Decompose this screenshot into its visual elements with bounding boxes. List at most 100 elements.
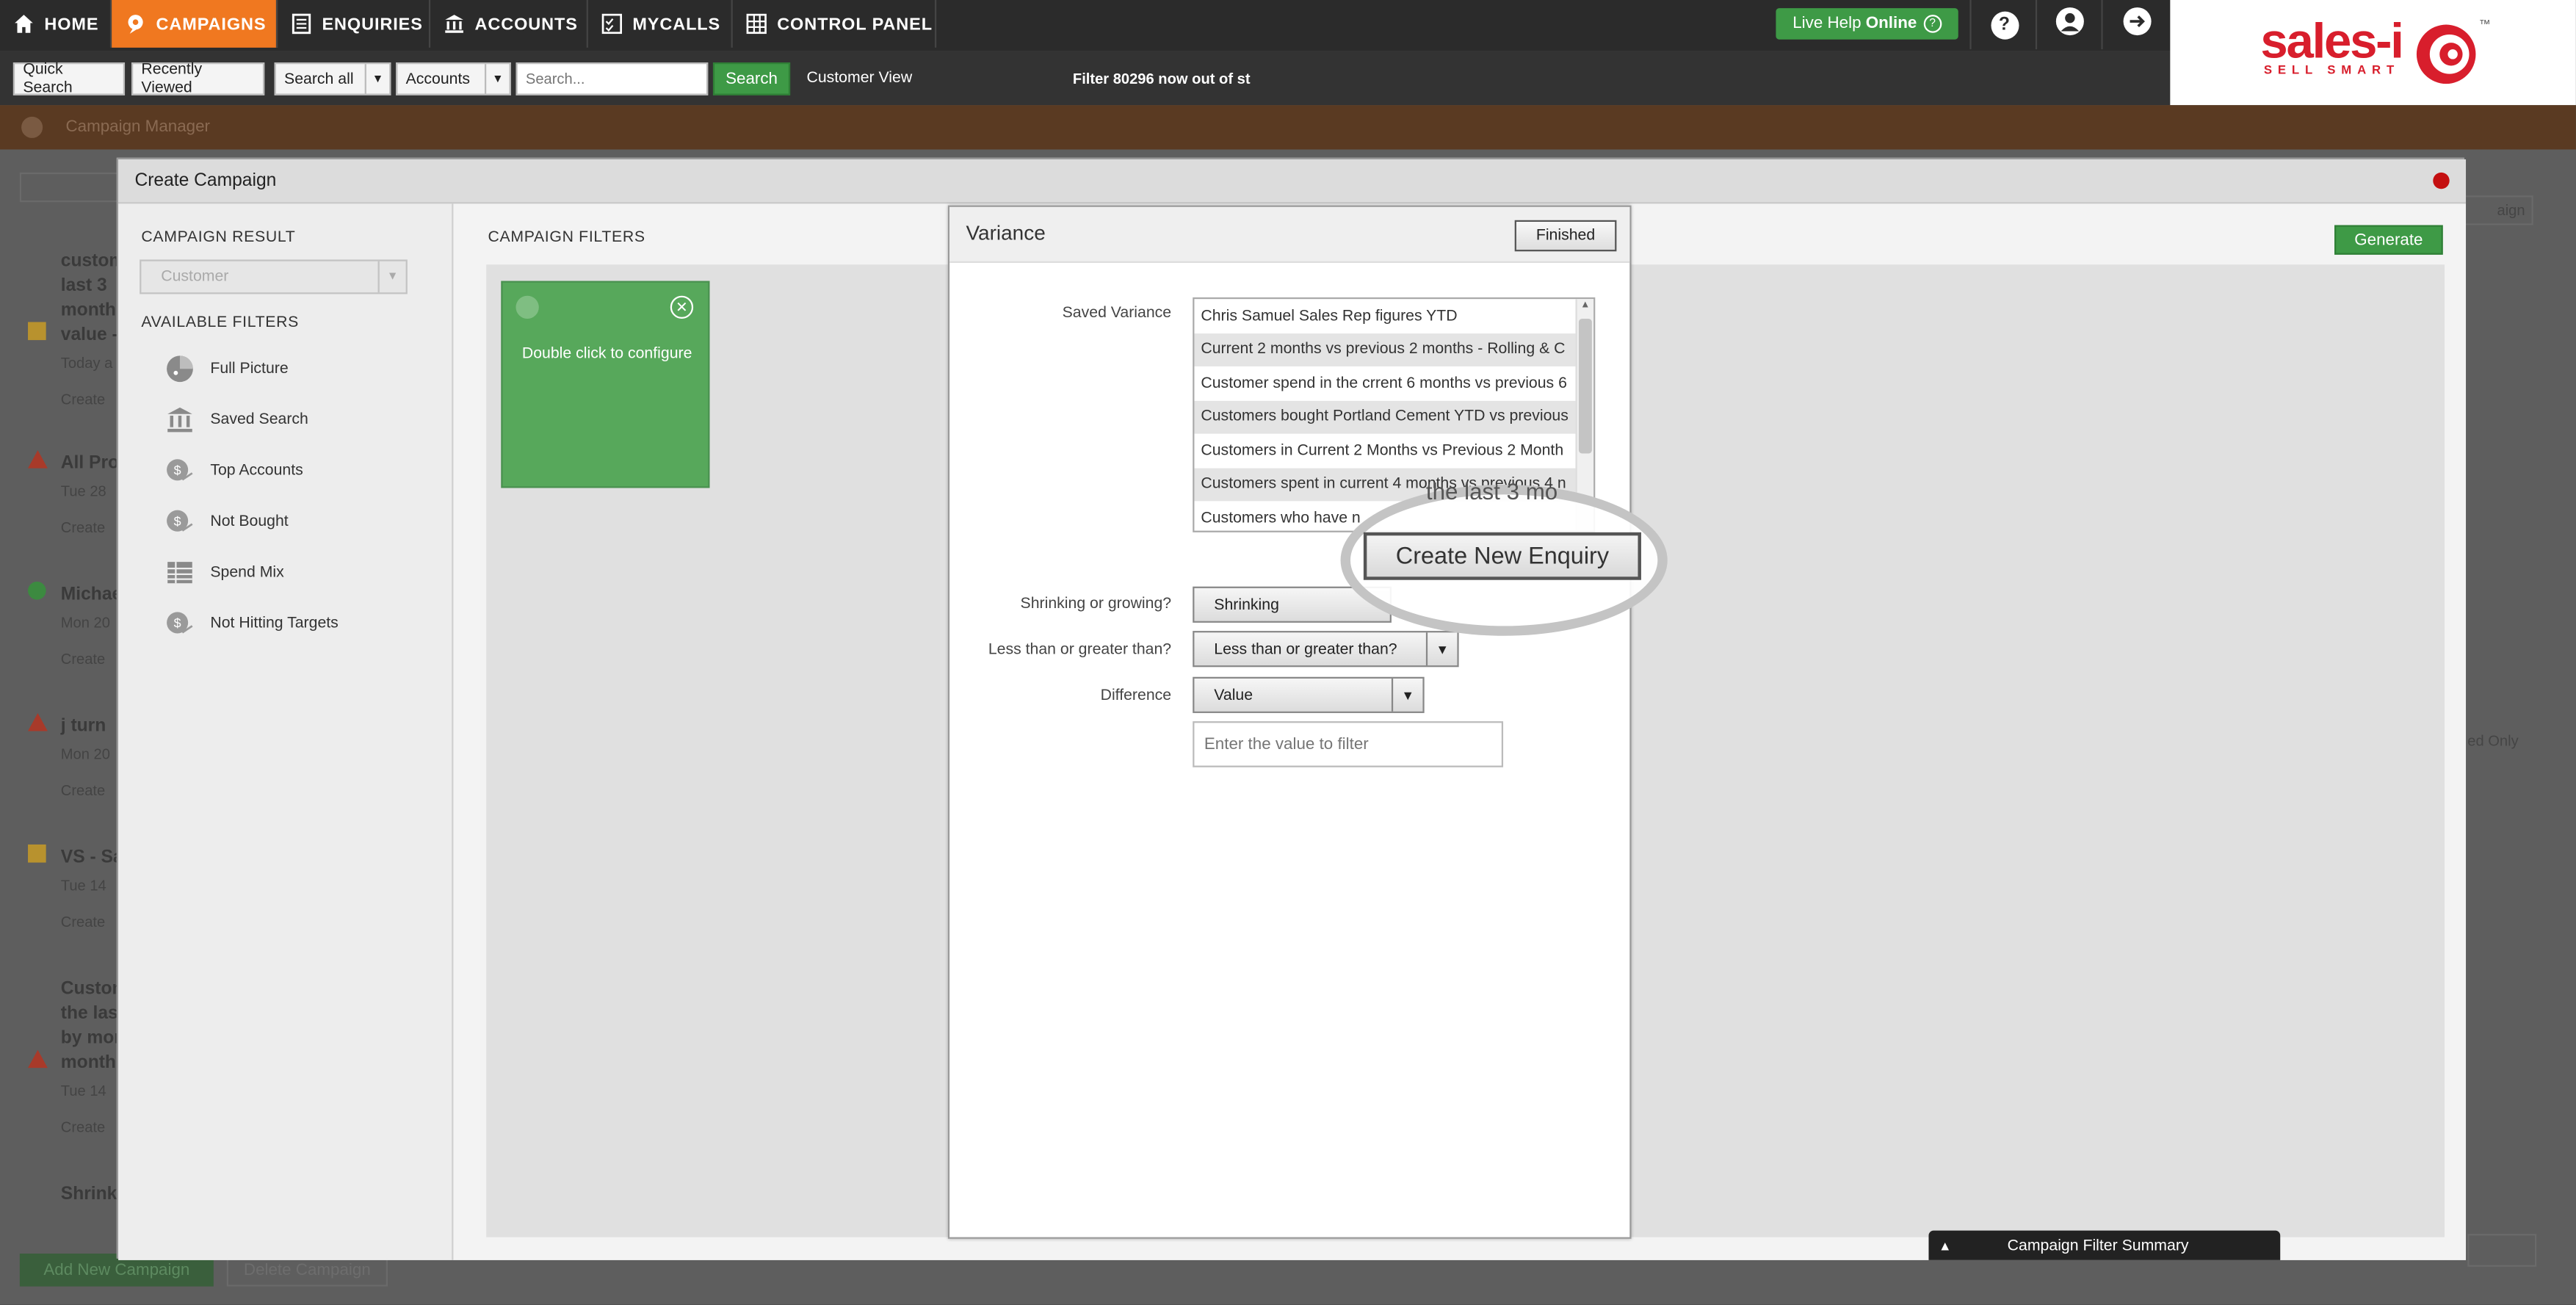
search-scope-select[interactable]: Search all ▼ — [274, 62, 391, 95]
status-indicator-icon — [28, 844, 46, 863]
difference-value: Value — [1214, 686, 1253, 704]
background-item-date: Tue 14 — [60, 877, 106, 894]
background-item-title: Michae — [60, 585, 123, 605]
filter-card-icon — [515, 295, 539, 319]
campaign-filter-summary-toggle[interactable]: ▲ Campaign Filter Summary — [1928, 1230, 2281, 1260]
filter-spend-mix[interactable]: Spend Mix — [164, 554, 284, 590]
home-icon — [13, 13, 35, 35]
live-help-status: Online — [1865, 15, 1917, 33]
less-greater-select[interactable]: Less than or greater than? ▼ — [1193, 631, 1459, 668]
background-item-title: Shrink — [60, 1185, 117, 1204]
list-item[interactable]: Customers bought Portland Cement YTD vs … — [1194, 400, 1576, 434]
help-button[interactable]: ? — [1969, 0, 2037, 50]
close-icon[interactable] — [2433, 172, 2450, 189]
campaign-icon — [21, 116, 43, 138]
customer-view-link[interactable]: Customer View — [806, 69, 912, 87]
nav-enquiries[interactable]: ENQUIRIES — [278, 0, 431, 48]
search-type-value: Accounts — [405, 70, 471, 88]
search-type-select[interactable]: Accounts ▼ — [396, 62, 511, 95]
search-button[interactable]: Search — [712, 62, 791, 95]
filter-top-accounts[interactable]: $ Top Accounts — [164, 452, 303, 488]
variance-panel: Variance Finished Saved Variance Chris S… — [947, 205, 1632, 1239]
value-filter-input[interactable] — [1193, 721, 1504, 767]
user-icon — [2055, 6, 2085, 43]
generate-button[interactable]: Generate — [2334, 225, 2443, 255]
background-item-title: All Pro — [60, 453, 120, 474]
background-item-created: Create — [60, 391, 106, 408]
nav-home-label: HOME — [44, 14, 99, 34]
live-help-button[interactable]: Live Help Online ? — [1776, 8, 1958, 40]
campaign-icon — [125, 13, 146, 35]
background-item-date: Mon 20 — [60, 614, 110, 632]
scroll-up-icon[interactable]: ▲ — [1580, 300, 1590, 310]
quick-search-label: Quick Search — [23, 60, 73, 97]
shrinking-growing-label: Shrinking or growing? — [1020, 594, 1172, 613]
logo-wordmark: sales-i — [2260, 15, 2404, 69]
less-greater-value: Less than or greater than? — [1214, 640, 1397, 658]
difference-select[interactable]: Value ▼ — [1193, 676, 1425, 713]
list-item[interactable]: Current 2 months vs previous 2 months - … — [1194, 333, 1576, 366]
background-item-title: custom — [60, 251, 126, 272]
nav-mycalls[interactable]: MYCALLS — [588, 0, 733, 48]
filter-not-hitting-targets[interactable]: $ Not Hitting Targets — [164, 604, 339, 640]
nav-control-panel-label: CONTROL PANEL — [777, 14, 933, 34]
nav-accounts[interactable]: ACCOUNTS — [430, 0, 588, 48]
nav-accounts-label: ACCOUNTS — [474, 14, 578, 34]
search-toolbar: Quick Search Recently Viewed Search all … — [0, 51, 2171, 106]
chevron-down-icon: ▼ — [1425, 632, 1458, 666]
create-new-enquiry-button[interactable]: Create New Enquiry — [1363, 532, 1641, 580]
background-item-title: month — [60, 1053, 116, 1073]
background-item-date: Tue 28 — [60, 482, 106, 500]
variance-title: Variance — [966, 222, 1046, 245]
filter-label: Not Hitting Targets — [210, 613, 339, 632]
remove-filter-icon[interactable]: ✕ — [670, 295, 694, 319]
table-icon — [164, 557, 194, 586]
grid-icon — [746, 13, 767, 35]
search-input[interactable] — [515, 62, 709, 95]
profile-button[interactable] — [2035, 0, 2103, 50]
logout-button[interactable] — [2101, 0, 2171, 50]
svg-text:$: $ — [173, 513, 181, 528]
filter-label: Saved Search — [210, 410, 308, 428]
finished-button[interactable]: Finished — [1514, 220, 1617, 252]
filter-label: Spend Mix — [210, 563, 284, 581]
list-item[interactable]: Chris Samuel Sales Rep figures YTD — [1194, 299, 1575, 333]
available-filters-title: AVAILABLE FILTERS — [141, 314, 299, 332]
quick-search-button[interactable]: Quick Search — [12, 60, 126, 97]
app-screen: HOME CAMPAIGNS ENQUIRIES ACCOUNTS MYCALL… — [0, 0, 2576, 1305]
logo-swirl-icon — [2413, 21, 2478, 95]
dialog-header: Create Campaign — [118, 159, 2467, 204]
pie-chart-icon — [164, 353, 194, 383]
money-bag-icon: $ — [164, 455, 194, 485]
filter-card-text: Double click to configure — [521, 344, 692, 364]
background-item-date: Tue 14 — [60, 1082, 106, 1099]
nav-campaigns[interactable]: CAMPAIGNS — [112, 0, 278, 48]
recently-viewed-button[interactable]: Recently Viewed — [131, 60, 265, 97]
chevron-down-icon: ▼ — [484, 64, 510, 94]
recently-viewed-label: Recently Viewed — [141, 60, 203, 97]
list-item[interactable]: Customer spend in the crrent 6 months vs… — [1194, 366, 1575, 400]
background-filter-label: ed Only — [2467, 732, 2519, 750]
chevron-down-icon: ▼ — [1391, 678, 1423, 712]
nav-mycalls-label: MYCALLS — [632, 14, 721, 34]
nav-home[interactable]: HOME — [0, 0, 112, 48]
filter-full-picture[interactable]: Full Picture — [164, 350, 289, 386]
background-item-title: month — [60, 300, 116, 321]
status-indicator-icon — [28, 712, 48, 731]
money-bag-icon: $ — [164, 608, 194, 637]
filter-not-bought[interactable]: $ Not Bought — [164, 503, 289, 539]
breadcrumb-bar: Campaign Manager — [0, 105, 2576, 150]
bank-icon — [444, 13, 465, 35]
campaign-filters-title: CAMPAIGN FILTERS — [488, 228, 645, 247]
background-item-title: by mon — [60, 1028, 126, 1049]
list-item[interactable]: Customers in Current 2 Months vs Previou… — [1194, 434, 1575, 468]
filter-card[interactable]: ✕ Double click to configure — [501, 281, 710, 488]
status-indicator-icon — [28, 1049, 48, 1069]
campaign-result-select[interactable]: Customer ▼ — [140, 259, 408, 294]
filter-saved-search[interactable]: Saved Search — [164, 401, 308, 437]
scroll-thumb[interactable] — [1578, 319, 1592, 454]
nav-control-panel[interactable]: CONTROL PANEL — [733, 0, 937, 48]
chevron-down-icon: ▼ — [364, 64, 390, 94]
background-item-created: Create — [60, 913, 106, 930]
chevron-up-icon: ▲ — [1938, 1237, 1952, 1253]
